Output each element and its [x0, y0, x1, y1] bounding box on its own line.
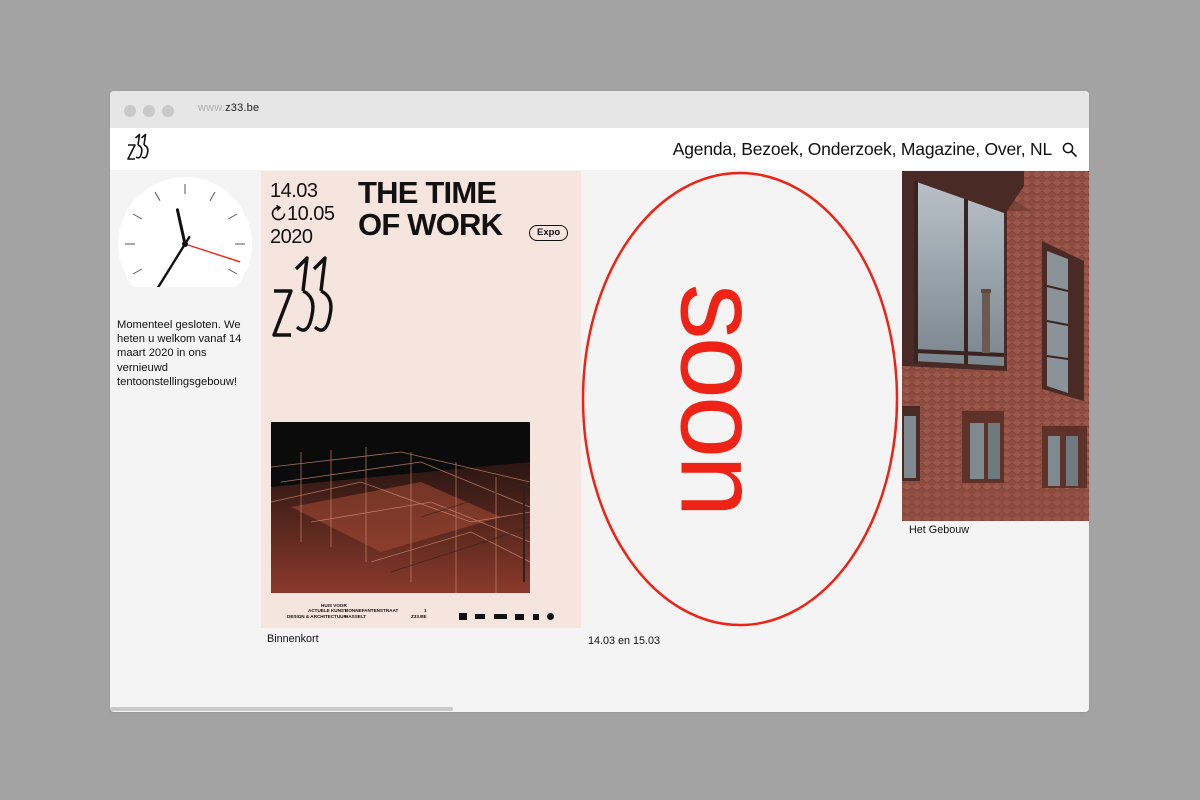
poster-title: THE TIME OF WORK: [358, 175, 503, 242]
nav-onderzoek[interactable]: Onderzoek: [808, 139, 892, 159]
poster-footer-col1: HUIS VOOR ACTUELE KUNST DESIGN & ARCHITE…: [287, 603, 347, 619]
horizontal-scrollbar[interactable]: [110, 707, 453, 711]
nav-magazine[interactable]: Magazine: [901, 139, 975, 159]
sponsor-logo: [459, 613, 467, 621]
poster-z33-logo: [272, 256, 333, 337]
poster-year: 2020: [270, 226, 313, 248]
sponsor-logo: [493, 614, 507, 620]
poster-dates: 14.03 10.05 2020: [270, 180, 335, 249]
poster-footer-line: BONNEFANTENSTRAAT: [345, 608, 399, 614]
nav-separator: ,: [731, 139, 742, 159]
nav-over[interactable]: Over: [985, 139, 1021, 159]
soon-graphic[interactable]: soon: [581, 171, 901, 631]
building-photo[interactable]: [902, 171, 1089, 521]
browser-chrome: www.z33.be: [110, 91, 1089, 128]
poster-date-end: 10.05: [287, 203, 335, 225]
building-caption[interactable]: Het Gebouw: [909, 524, 969, 536]
window-minimize-dot[interactable]: [143, 105, 155, 117]
nav-bezoek[interactable]: Bezoek: [741, 139, 798, 159]
poster-footer-col3: 1 Z33.BE: [411, 608, 427, 619]
poster-footer-line: Z33.BE: [411, 613, 427, 619]
soon-caption[interactable]: 14.03 en 15.03: [588, 635, 660, 647]
poster-footer-col2: BONNEFANTENSTRAAT HASSELT: [345, 608, 398, 619]
exhibition-photo: [271, 422, 530, 593]
site-header: z33 Agenda, Bezoek, Onderzoek, Magazine,…: [110, 128, 1089, 170]
nav-separator: ,: [1020, 139, 1031, 159]
sponsor-logo: [547, 613, 555, 621]
sponsor-logo: [532, 613, 539, 620]
main-nav: Agenda, Bezoek, Onderzoek, Magazine, Ove…: [673, 139, 1052, 160]
analog-clock: [118, 177, 252, 287]
address-bar[interactable]: www.z33.be: [198, 102, 259, 114]
window-close-dot[interactable]: [124, 105, 136, 117]
expo-badge: Expo: [529, 225, 569, 241]
poster-footer-line: DESIGN & ARCHITECTUUR: [287, 613, 347, 619]
exhibition-poster[interactable]: 14.03 10.05 2020 THE TIME OF WORK Expo H…: [261, 171, 581, 628]
opening-status-text: Momenteel gesloten. We heten u welkom va…: [117, 319, 242, 388]
sponsor-logos: [459, 608, 558, 626]
poster-title-line1: THE TIME: [358, 175, 497, 210]
search-icon[interactable]: [1062, 142, 1077, 157]
nav-agenda[interactable]: Agenda: [673, 139, 732, 159]
poster-date-start: 14.03: [270, 180, 318, 202]
poster-footer-line: HASSELT: [345, 613, 367, 619]
nav-language[interactable]: NL: [1030, 139, 1052, 159]
browser-window: www.z33.be z33 Agenda, Bezoek, Onderzoek…: [110, 91, 1089, 712]
sponsor-logo: [475, 614, 486, 620]
url-prefix: www.: [198, 102, 226, 114]
nav-separator: ,: [891, 139, 901, 159]
nav-separator: ,: [798, 139, 808, 159]
z33-logo[interactable]: z33: [126, 133, 150, 163]
soon-word: soon: [657, 284, 782, 515]
window-maximize-dot[interactable]: [162, 105, 174, 117]
poster-date-range-line: 10.05: [270, 203, 335, 226]
poster-title-line2: OF WORK: [358, 207, 503, 242]
cycle-arrow-icon: [271, 204, 286, 221]
url-domain: z33.be: [225, 102, 260, 114]
poster-caption[interactable]: Binnenkort: [267, 633, 319, 645]
sponsor-logo: [515, 613, 525, 620]
nav-separator: ,: [975, 139, 985, 159]
